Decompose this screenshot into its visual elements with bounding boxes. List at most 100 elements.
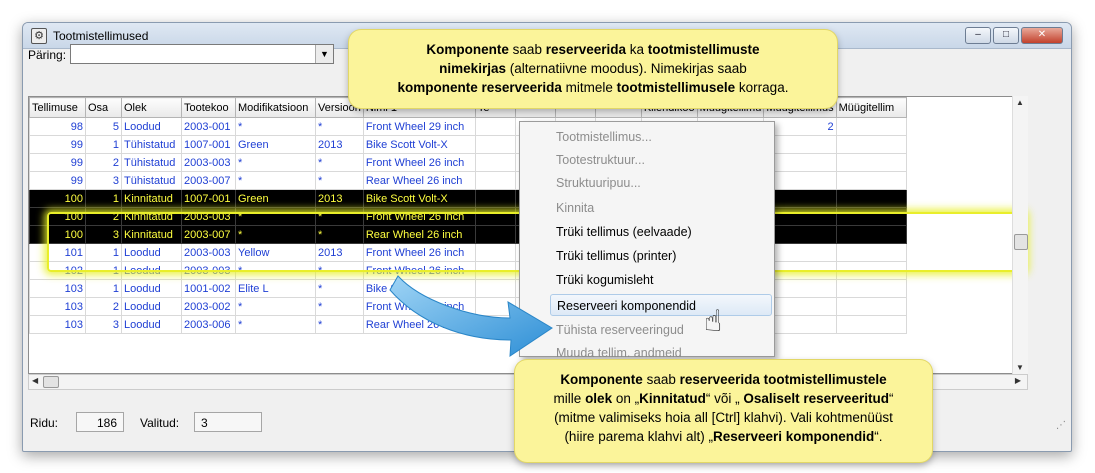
table-cell: 2013 [315,243,364,262]
table-cell: 2 [85,297,122,316]
table-cell [835,189,907,208]
table-cell: 2003-003 [181,261,236,280]
table-cell [835,117,907,136]
table-cell: Rear Wheel 26 inch [362,225,476,244]
table-cell [474,135,516,154]
table-cell: Front Wheel 29 inch [362,297,476,316]
scroll-up-icon[interactable]: ▲ [1016,98,1024,107]
selected-count: 3 [194,412,262,432]
table-cell: 98 [29,117,86,136]
callout-line: komponente reserveerida mitmele tootmist… [397,80,789,95]
scroll-thumb[interactable] [1014,234,1028,250]
rows-count: 186 [76,412,124,432]
table-cell: Kinnitatud [121,225,182,244]
query-select[interactable]: ▼ [70,44,334,64]
column-header[interactable]: Tootekoo [181,97,236,118]
column-header[interactable]: Osa [85,97,122,118]
table-cell [835,153,907,172]
table-cell [474,297,516,316]
table-cell: 101 [29,243,86,262]
table-cell: 2003-007 [181,171,236,190]
table-cell [474,207,516,226]
table-cell: Tühistatud [121,135,182,154]
table-cell: 2003-003 [181,243,236,262]
callout-line: (mitme valimiseks hoia all [Ctrl] klahvi… [554,410,893,425]
menu-item: Tootmistellimus... [556,130,652,144]
table-cell [835,135,907,154]
query-label: Päring: [28,48,67,62]
table-cell: 2003-002 [181,297,236,316]
table-cell: Green [235,135,316,154]
column-header[interactable]: Tellimuse [29,97,86,118]
table-cell [835,261,907,280]
table-cell: Bike S [362,279,476,298]
vertical-scrollbar[interactable]: ▲ ▼ [1012,96,1028,374]
table-cell: * [315,117,364,136]
table-cell: * [235,207,316,226]
scroll-left-icon[interactable]: ◀ [32,376,38,385]
table-cell [474,171,516,190]
table-cell [835,315,907,334]
table-cell [474,243,516,262]
table-cell: 3 [85,171,122,190]
table-cell: 2003-006 [181,315,236,334]
table-cell [474,117,516,136]
callout-bottom: Komponente saab reserveerida tootmistell… [515,360,932,462]
table-cell [474,279,516,298]
scroll-right-icon[interactable]: ▶ [1015,376,1021,385]
table-cell [835,171,907,190]
callout-top: Komponente saab reserveerida ka tootmist… [349,30,837,108]
table-cell: * [235,117,316,136]
menu-item: Struktuuripuu... [556,176,641,190]
window-title: Tootmistellimused [53,29,149,43]
table-cell: Elite L [235,279,316,298]
table-cell: 1 [85,189,122,208]
table-cell: Front Wheel 26 inch [362,261,476,280]
table-cell: 3 [85,225,122,244]
table-cell: * [315,171,364,190]
table-cell: 2013 [315,189,364,208]
table-cell: 1 [85,279,122,298]
table-cell: Front Wheel 29 inch [362,117,476,136]
resize-grip-icon[interactable]: ⋰ [1056,420,1066,431]
scroll-down-icon[interactable]: ▼ [1016,363,1024,372]
column-header[interactable]: Modifikatsioon [235,97,316,118]
table-cell: Loodud [121,297,182,316]
table-cell: Rear Wheel 26 inch [362,171,476,190]
table-cell: Front Wheel 26 inch [362,207,476,226]
table-cell [474,225,516,244]
table-cell [835,207,907,226]
menu-item[interactable]: Trüki tellimus (printer) [556,245,676,267]
table-cell: 1001-002 [181,279,236,298]
table-cell: Front Wheel 26 inch [362,153,476,172]
callout-line: (hiire parema klahvi alt) „Reserveeri ko… [564,429,883,444]
scroll-thumb[interactable] [43,376,59,388]
close-button[interactable]: ✕ [1021,27,1063,44]
minimize-button[interactable]: – [965,27,991,44]
table-cell [474,315,516,334]
menu-item[interactable]: Trüki tellimus (eelvaade) [556,221,692,243]
table-cell: 2 [85,207,122,226]
maximize-button[interactable]: □ [993,27,1019,44]
context-menu: Tootmistellimus... Tootestruktuur... Str… [519,121,775,360]
chevron-down-icon[interactable]: ▼ [315,45,333,63]
callout-line: Komponente saab reserveerida ka tootmist… [426,42,760,57]
table-cell: 102 [29,261,86,280]
table-cell: 103 [29,279,86,298]
table-cell: Loodud [121,243,182,262]
table-cell: 5 [85,117,122,136]
column-header[interactable]: Müügitellim [835,97,907,118]
table-cell: * [315,207,364,226]
table-cell [474,261,516,280]
callout-line: nimekirjas (alternatiivne moodus). Nimek… [439,61,747,76]
table-cell: * [235,171,316,190]
menu-item: Tühista reserveeringud [556,323,684,337]
column-header[interactable]: Olek [121,97,182,118]
table-cell: Loodud [121,315,182,334]
table-cell: Tühistatud [121,153,182,172]
menu-item-reserve-components[interactable]: Reserveeri komponendid [550,294,772,316]
menu-item[interactable]: Trüki kogumisleht [556,269,654,291]
table-cell: 1 [85,135,122,154]
table-cell: * [235,315,316,334]
app-icon: ⚙ [31,28,47,44]
